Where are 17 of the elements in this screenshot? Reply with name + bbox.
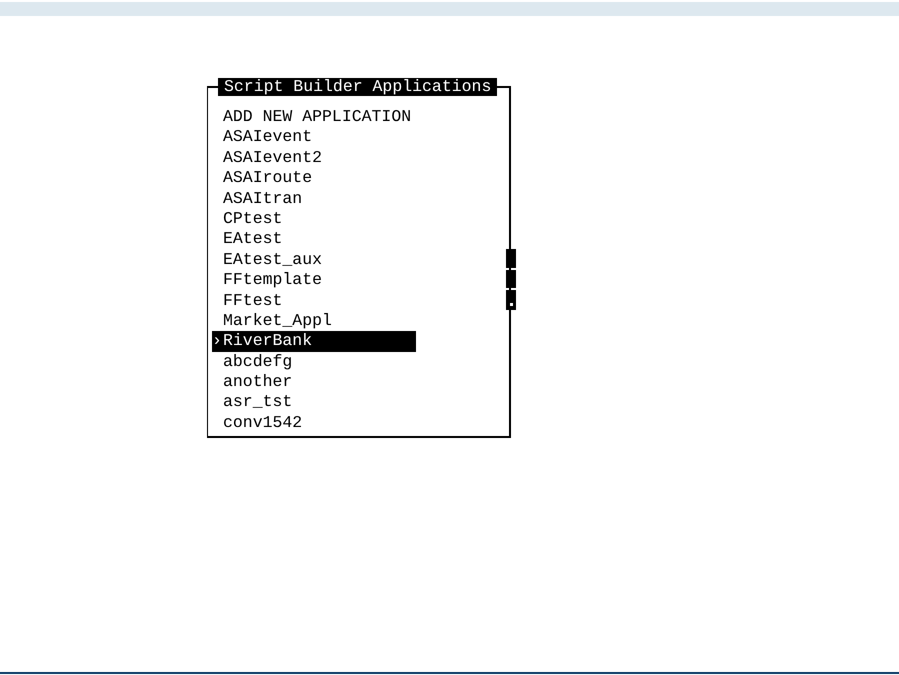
- list-item[interactable]: FFtest: [212, 290, 416, 311]
- list-item[interactable]: ASAIevent2: [212, 148, 416, 168]
- list-item[interactable]: EAtest: [212, 229, 416, 250]
- list-item[interactable]: ASAIevent: [212, 127, 416, 148]
- list-item[interactable]: FFtemplate: [212, 270, 416, 291]
- list-item[interactable]: ADD NEW APPLICATION: [212, 107, 416, 128]
- list-item[interactable]: asr_tst: [212, 392, 416, 413]
- panel-title: Script Builder Applications: [218, 78, 498, 96]
- list-item[interactable]: ASAIroute: [212, 168, 416, 189]
- list-item[interactable]: ›RiverBank: [212, 331, 416, 352]
- list-item[interactable]: CPtest: [212, 208, 416, 230]
- list-item[interactable]: conv1542: [212, 412, 416, 434]
- list-item[interactable]: abcdefg: [212, 352, 416, 372]
- list-item[interactable]: EAtest_aux: [212, 250, 416, 270]
- list-item[interactable]: Market_Appl: [212, 310, 416, 332]
- list-item[interactable]: another: [212, 372, 416, 392]
- list-item[interactable]: ASAItran: [212, 188, 416, 209]
